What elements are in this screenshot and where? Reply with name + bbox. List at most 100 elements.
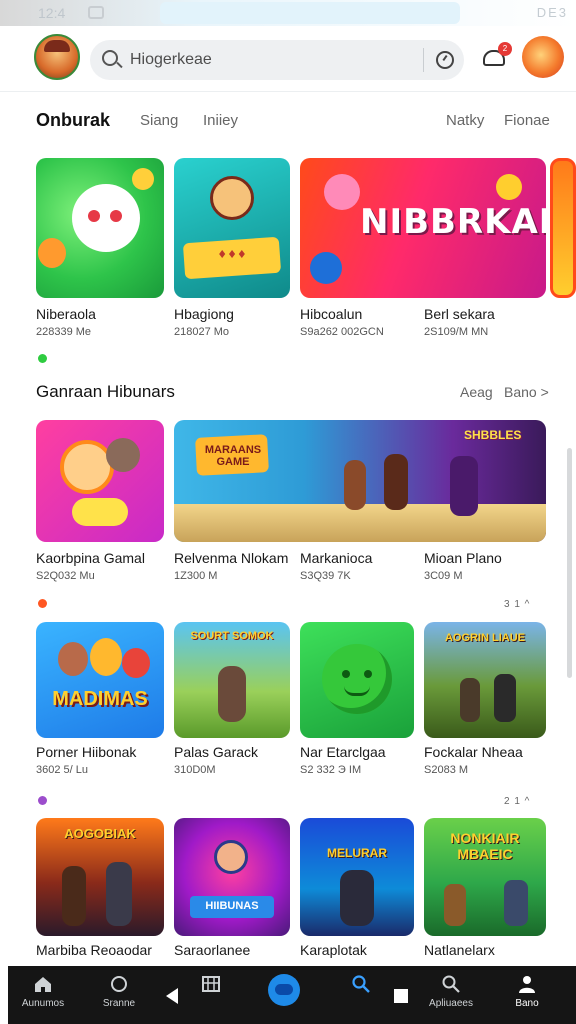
game-size: S2 332 Э IM xyxy=(300,764,362,776)
game-banner: MARAANS GAME SHBBLES xyxy=(174,420,546,542)
carousel-indicator xyxy=(38,796,47,805)
character-face xyxy=(90,638,122,676)
mascot-eye xyxy=(110,210,122,222)
film-icon xyxy=(202,976,220,992)
search-bar[interactable]: Hiogerkeae xyxy=(90,40,464,80)
game-title: Berl sekara xyxy=(424,306,495,322)
thumbnail-logo-text: MADIMAS xyxy=(52,688,148,710)
character-face xyxy=(122,648,150,678)
game-thumbnail: AOGRIN LIAUE xyxy=(424,622,546,738)
thumbnail-logo-text: MELURAR xyxy=(327,846,387,860)
coin-shape xyxy=(496,174,522,200)
game-thumbnail: AOGOBIAK xyxy=(36,818,164,936)
game-title: Mioan Plano xyxy=(424,550,502,566)
smiley-eye xyxy=(342,670,350,678)
game-title: Porner Hiibonak xyxy=(36,744,137,760)
character-figure xyxy=(450,456,478,516)
search-divider xyxy=(423,48,424,72)
nav-film[interactable] xyxy=(176,966,246,1024)
nav-aplications[interactable]: Apliuaees xyxy=(416,966,486,1024)
game-size: 3C09 M xyxy=(424,570,463,582)
carousel-indicator xyxy=(38,599,47,608)
game-size: 3602 5/ Lu xyxy=(36,764,88,776)
game-size: 1Z300 M xyxy=(174,570,218,582)
tab-natky[interactable]: Natky xyxy=(446,112,484,129)
user-avatar[interactable] xyxy=(34,34,80,80)
status-bar: 12:4 DE3 xyxy=(0,0,576,26)
character-figure xyxy=(62,866,86,926)
top-app-bar: Hiogerkeae 2 xyxy=(0,26,576,92)
home-icon xyxy=(35,977,51,992)
nav-label: Bano xyxy=(515,998,539,1009)
character-face xyxy=(60,440,114,494)
thumbnail-logo-text: AOGOBIAK xyxy=(64,826,136,841)
see-all-link[interactable]: Bano > xyxy=(504,384,549,400)
pager-indicator: 2 1 ^ xyxy=(504,796,531,807)
candy-shape xyxy=(38,238,66,268)
character-figure xyxy=(340,870,374,926)
thumbnail-logo-text: SOURT SOMOK xyxy=(190,630,274,642)
character-figure xyxy=(444,884,466,926)
game-title: Hibcoalun xyxy=(300,306,363,322)
candy-shape xyxy=(72,498,128,526)
star-badge-icon xyxy=(310,252,342,284)
profile-avatar[interactable] xyxy=(522,36,564,78)
game-thumbnail: NONKIAIR MBAEIC xyxy=(424,818,546,936)
tab-onburak[interactable]: Onburak xyxy=(36,110,110,131)
candy-shape xyxy=(132,168,154,190)
game-title: Natlanelarx xyxy=(424,942,495,958)
carousel-indicator xyxy=(38,354,47,363)
featured-banner: NIBBRKAN xyxy=(300,158,546,298)
status-time: 12:4 xyxy=(38,5,66,21)
balloon-shape xyxy=(324,174,360,210)
character-figure xyxy=(494,674,516,722)
game-thumbnail: MADIMAS xyxy=(36,622,164,738)
character-figure xyxy=(384,454,408,510)
voice-search-icon[interactable] xyxy=(436,51,454,69)
game-title: Hbagiong xyxy=(174,306,234,322)
scrollbar[interactable] xyxy=(567,448,572,678)
character-figure xyxy=(106,862,132,926)
game-title: Relvenma Nlokam xyxy=(174,550,289,566)
mascot-eye xyxy=(88,210,100,222)
section-link[interactable]: Aeag xyxy=(460,384,493,400)
banner-logo-text: SHBBLES xyxy=(464,428,522,442)
game-size: 228339 Me xyxy=(36,326,92,338)
game-title: Fockalar Nheaa xyxy=(424,744,523,760)
game-size: S3Q39 7K xyxy=(300,570,351,582)
search-icon xyxy=(102,50,118,66)
game-size: S2083 M xyxy=(424,764,469,776)
character-face xyxy=(106,438,140,472)
tab-iniiey[interactable]: Iniiey xyxy=(203,112,238,129)
tab-fionae[interactable]: Fionae xyxy=(504,112,550,129)
game-title: Niberaola xyxy=(36,306,96,322)
notifications-button[interactable]: 2 xyxy=(480,40,512,70)
nav-label: Aunumos xyxy=(21,998,65,1009)
character-figure xyxy=(218,666,246,722)
game-size: S2Q032 Mu xyxy=(36,570,95,582)
banner-title: NIBBRKAN xyxy=(360,202,546,242)
tab-siang[interactable]: Siang xyxy=(140,112,178,129)
notification-badge: 2 xyxy=(498,42,512,56)
character-figure xyxy=(344,460,366,510)
game-size: 218027 Mo xyxy=(174,326,230,338)
game-thumbnail xyxy=(550,158,576,298)
game-thumbnail: MELURAR xyxy=(300,818,414,936)
nav-profile[interactable]: Bano xyxy=(492,966,562,1024)
beach-ground xyxy=(174,504,546,542)
smiley-face-icon xyxy=(322,644,392,714)
character-figure xyxy=(460,678,480,722)
nav-home[interactable]: Aunumos xyxy=(8,966,78,1024)
game-thumbnail: SOURT SOMOK xyxy=(174,622,290,738)
search-input[interactable]: Hiogerkeae xyxy=(130,51,212,69)
banner-logo-text: MARAANS GAME xyxy=(204,444,262,468)
nav-cloud[interactable] xyxy=(248,966,318,1024)
thumbnail-logo-text: AOGRIN LIAUE xyxy=(444,632,526,644)
game-thumbnail xyxy=(300,622,414,738)
game-thumbnail: HIIBUNAS xyxy=(174,818,290,936)
game-size: 2S109/M MN xyxy=(424,326,489,338)
notification-icon xyxy=(88,6,104,19)
category-tabs: Onburak Siang Iniiey Natky Fionae xyxy=(36,110,550,134)
game-title: Marbiba Reoaodar xyxy=(36,942,152,958)
nav-label: Apliuaees xyxy=(429,998,473,1009)
